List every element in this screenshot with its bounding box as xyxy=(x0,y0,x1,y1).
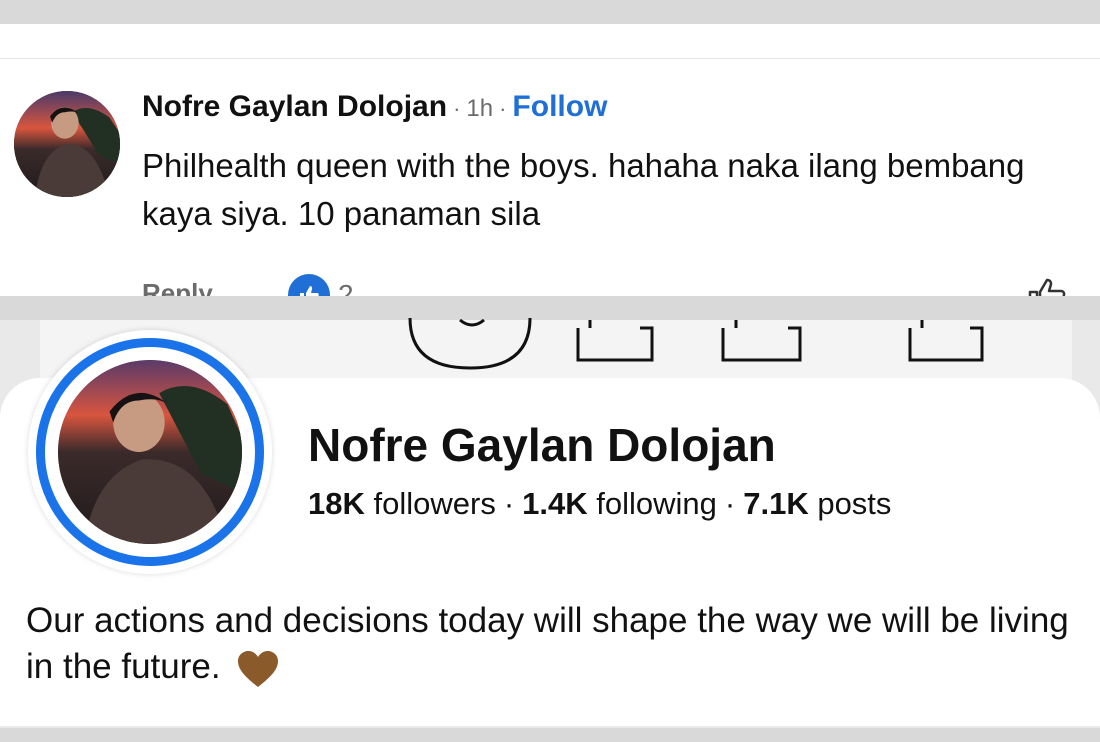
comment-author-name[interactable]: Nofre Gaylan Dolojan xyxy=(142,90,447,124)
avatar-photo xyxy=(58,360,242,544)
square-icon-2 xyxy=(721,320,802,362)
cover-icons xyxy=(408,318,984,370)
avatar-photo xyxy=(14,91,120,197)
following-label: following xyxy=(596,486,717,521)
comment-panel: Nofre Gaylan Dolojan · 1h · Follow Philh… xyxy=(0,24,1100,296)
profile-stats: 18K followers · 1.4K following · 7.1K posts xyxy=(308,486,891,522)
comment-header: Nofre Gaylan Dolojan · 1h · Follow xyxy=(142,90,607,130)
profile-photo xyxy=(58,360,242,544)
separator-dot: · xyxy=(499,96,507,121)
follow-button[interactable]: Follow xyxy=(512,90,607,124)
profile-bio: Our actions and decisions today will sha… xyxy=(26,598,1086,690)
profile-name: Nofre Gaylan Dolojan xyxy=(308,419,776,471)
square-icon-1 xyxy=(576,320,654,362)
separator-dot: · xyxy=(503,486,515,521)
profile-avatar[interactable] xyxy=(28,330,272,574)
thumbs-up-icon xyxy=(288,274,330,296)
reply-button[interactable]: Reply xyxy=(142,278,213,296)
reaction-count: 2 xyxy=(338,279,354,296)
following-stat[interactable]: 1.4K following xyxy=(522,486,717,521)
divider xyxy=(0,58,1100,59)
screenshot-collage: Nofre Gaylan Dolojan · 1h · Follow Philh… xyxy=(0,0,1100,742)
brown-heart-icon xyxy=(238,650,279,687)
following-count: 1.4K xyxy=(522,486,588,521)
bio-text: Our actions and decisions today will sha… xyxy=(26,601,1069,686)
followers-label: followers xyxy=(373,486,496,521)
followers-stat[interactable]: 18K followers xyxy=(308,486,496,521)
posts-count: 7.1K xyxy=(743,486,809,521)
separator-dot: · xyxy=(724,486,736,521)
comment-timestamp[interactable]: 1h xyxy=(466,95,493,123)
comment-avatar[interactable] xyxy=(14,91,120,197)
comment-text: Philhealth queen with the boys. hahaha n… xyxy=(142,147,1025,232)
like-outline-icon[interactable] xyxy=(1026,274,1070,296)
square-icon-3 xyxy=(908,320,984,362)
followers-count: 18K xyxy=(308,486,365,521)
story-ring xyxy=(36,338,264,566)
separator-dot: · xyxy=(453,96,461,121)
posts-label: posts xyxy=(817,486,892,521)
posts-stat[interactable]: 7.1K posts xyxy=(743,486,891,521)
reaction-summary[interactable]: 2 xyxy=(288,274,354,296)
circle-outline-icon xyxy=(408,318,532,370)
